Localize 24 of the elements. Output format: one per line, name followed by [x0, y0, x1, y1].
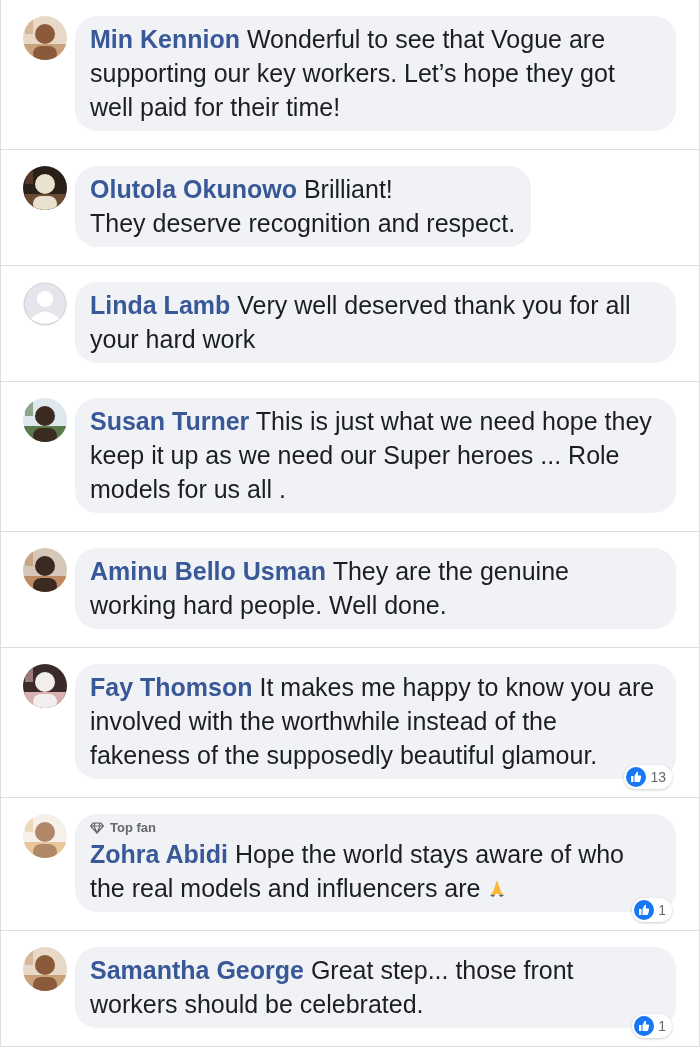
top-fan-label: Top fan [110, 820, 156, 835]
like-icon [634, 900, 655, 920]
author-link[interactable]: Aminu Bello Usman [90, 557, 327, 585]
comment-text: Zohra Abidi Hope the world stays aware of who the real models and influencers are [90, 839, 625, 904]
like-icon [634, 1016, 655, 1036]
like-icon [626, 767, 647, 787]
avatar-icon [23, 282, 67, 326]
diamond-icon [90, 821, 104, 834]
comment-text: Susan Turner This is just what we need hope they keep it up as we need our Super heroes ... Role models for us all . [90, 406, 653, 505]
author-link[interactable]: Samantha George [90, 956, 304, 984]
reaction-count[interactable]: 1 [632, 898, 672, 922]
comment-text: Aminu Bello Usman They are the genuine working hard people. Well done. [90, 556, 570, 621]
author-link[interactable]: Susan Turner [90, 407, 250, 435]
author-link[interactable]: Min Kennion [90, 25, 240, 53]
comment-text: Min Kennion Wonderful to see that Vogue are supporting our key workers. Let’s hope they got well paid for their time! [90, 24, 616, 123]
author-link[interactable]: Zohra Abidi [90, 840, 228, 868]
comment-text: Linda Lamb Very well deserved thank you for all your hard work [90, 290, 632, 355]
comment-text: Samantha George Great step... those front workers should be celebrated. [90, 955, 575, 1020]
reaction-count[interactable]: 13 [624, 765, 672, 789]
comment-text: Olutola Okunowo Brilliant! They deserve recognition and respect. [90, 174, 516, 239]
author-link[interactable]: Fay Thomson [90, 673, 253, 701]
author-link[interactable]: Olutola Okunowo [90, 175, 297, 203]
reaction-count[interactable]: 1 [632, 1014, 672, 1038]
author-link[interactable]: Linda Lamb [90, 291, 231, 319]
